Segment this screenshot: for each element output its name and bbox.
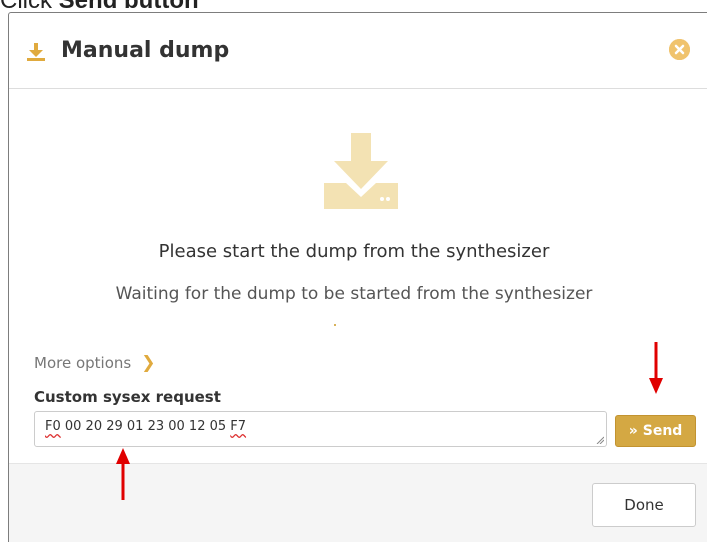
progress-dot bbox=[334, 324, 336, 326]
chevron-right-icon: ❯ bbox=[141, 352, 156, 373]
download-icon bbox=[27, 43, 45, 61]
close-circle-icon bbox=[669, 39, 690, 60]
close-button[interactable] bbox=[669, 39, 690, 60]
screenshot-stage: Click Send button Manual dump Please sta… bbox=[0, 0, 707, 542]
dump-status-text: Waiting for the dump to be started from … bbox=[115, 284, 593, 304]
more-options-toggle[interactable]: More options ❯ bbox=[34, 354, 155, 372]
annotation-arrow-down bbox=[649, 342, 663, 394]
sysex-label: Custom sysex request bbox=[34, 388, 221, 406]
double-chevron-right-icon: » bbox=[628, 423, 638, 439]
send-label: Send bbox=[642, 423, 683, 439]
more-options-label: More options bbox=[34, 354, 132, 372]
resize-grip-icon[interactable] bbox=[596, 436, 604, 444]
sysex-value-end: F7 bbox=[230, 419, 247, 434]
sysex-value-middle: 00 20 29 01 23 00 12 05 bbox=[60, 419, 231, 434]
done-button[interactable]: Done bbox=[592, 483, 696, 527]
dump-heading: Please start the dump from the synthesiz… bbox=[158, 241, 550, 262]
send-button[interactable]: » Send bbox=[615, 415, 696, 447]
download-tray-icon bbox=[324, 133, 398, 209]
done-label: Done bbox=[624, 496, 664, 514]
modal-title: Manual dump bbox=[61, 38, 230, 63]
annotation-arrow-up bbox=[116, 448, 130, 500]
modal-header: Manual dump bbox=[9, 13, 707, 89]
sysex-request-input[interactable]: F0 00 20 29 01 23 00 12 05 F7 bbox=[34, 411, 607, 447]
sysex-value-start: F0 bbox=[45, 419, 61, 434]
